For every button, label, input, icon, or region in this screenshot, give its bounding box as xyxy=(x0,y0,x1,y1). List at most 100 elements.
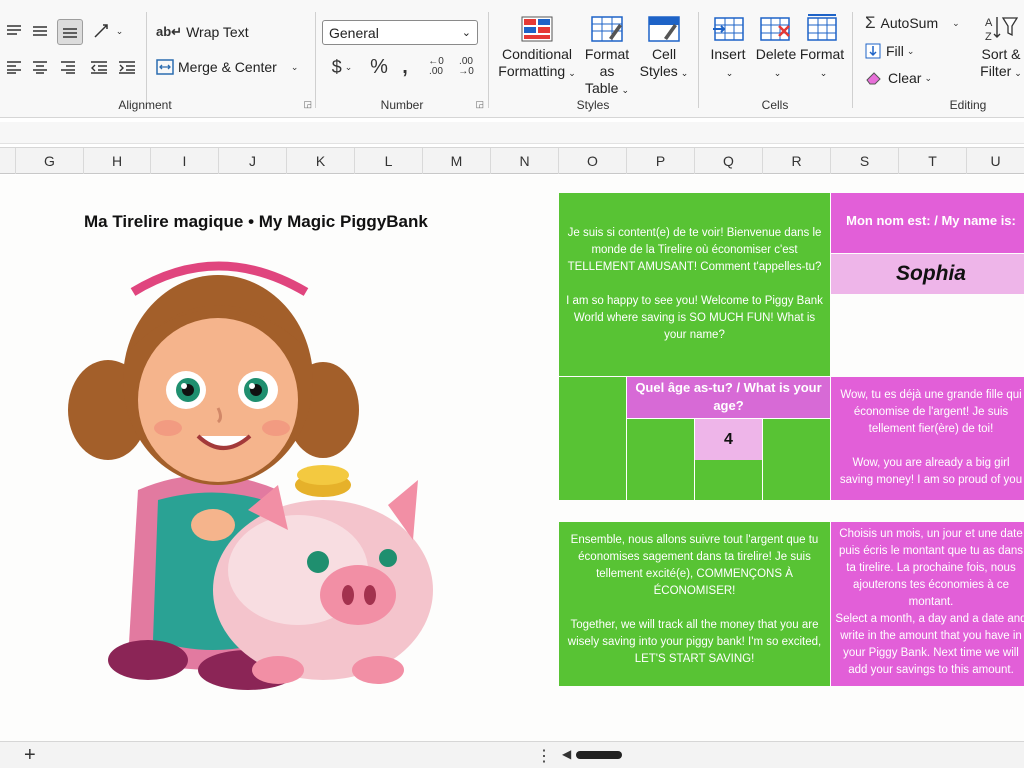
name-label-cell: Mon nom est: / My name is: xyxy=(831,193,1024,253)
wrap-text-icon: ab↵ xyxy=(156,24,183,39)
praise-message-en: Wow, you are already a big girl saving m… xyxy=(839,457,1023,486)
merge-center-icon xyxy=(156,59,174,75)
format-button[interactable]: Format ⌄ xyxy=(799,14,845,82)
decrease-decimal-icon[interactable]: .00 →0 xyxy=(454,54,478,80)
column-header-u[interactable]: U xyxy=(967,148,1024,174)
column-header-l[interactable]: L xyxy=(355,148,423,174)
column-header-j[interactable]: J xyxy=(219,148,287,174)
name-label: Mon nom est: / My name is: xyxy=(846,213,1016,228)
format-label: Format xyxy=(799,46,845,62)
increase-decimal-icon[interactable]: ←0.00 xyxy=(424,54,448,80)
dialog-launcher-icon[interactable]: ◲ xyxy=(475,99,484,110)
sort-filter-label-2: Filter xyxy=(980,63,1012,79)
column-header-r[interactable]: R xyxy=(763,148,831,174)
merge-center-label: Merge & Center xyxy=(178,59,277,75)
formula-bar[interactable] xyxy=(0,122,1024,144)
horizontal-scrollbar-thumb[interactable] xyxy=(576,751,622,759)
column-header-q[interactable]: Q xyxy=(695,148,763,174)
comma-style-icon[interactable]: , xyxy=(396,54,414,80)
column-header-n[interactable]: N xyxy=(491,148,559,174)
dialog-launcher-icon[interactable]: ◲ xyxy=(303,99,312,110)
autosum-label: AutoSum xyxy=(880,15,939,31)
percent-style-icon[interactable]: % xyxy=(368,54,390,80)
fill-label: Fill xyxy=(886,43,904,59)
number-format-select[interactable]: General ⌄ xyxy=(322,20,478,45)
add-sheet-button[interactable]: + xyxy=(24,744,36,767)
insert-label: Insert xyxy=(710,46,746,62)
conditional-formatting-icon xyxy=(521,16,553,42)
column-header-t[interactable]: T xyxy=(899,148,967,174)
welcome-message-cell[interactable]: Je suis si content(e) de te voir! Bienve… xyxy=(559,193,830,376)
column-header-s[interactable]: S xyxy=(831,148,899,174)
column-header-g[interactable]: G xyxy=(16,148,84,174)
format-as-table-label-1: Format as xyxy=(584,46,630,79)
dollar-icon: $ xyxy=(331,56,342,77)
conditional-formatting-button[interactable]: Conditional Formatting ⌄ xyxy=(497,16,577,82)
insert-cells-icon xyxy=(713,17,744,41)
sheet-title: Ma Tirelire magique • My Magic PiggyBank xyxy=(84,212,428,231)
together-message-cell: Ensemble, nous allons suivre tout l'arge… xyxy=(559,522,830,686)
cell-styles-icon xyxy=(648,16,680,42)
column-header-o[interactable]: O xyxy=(559,148,627,174)
instructions-message-en: Select a month, a day and a date and wri… xyxy=(835,613,1024,676)
girl-piggy-bank-illustration xyxy=(68,261,433,690)
align-right-icon[interactable] xyxy=(58,56,78,78)
align-center-icon[interactable] xyxy=(30,56,50,78)
conditional-formatting-label-2: Formatting xyxy=(498,63,566,79)
format-as-table-icon xyxy=(591,16,623,42)
sort-filter-button[interactable]: AZ Sort & Filter ⌄ xyxy=(975,14,1024,82)
age-label-cell: Quel âge as-tu? / What is your age? xyxy=(627,377,830,418)
wrap-text-label: Wrap Text xyxy=(186,24,249,40)
number-format-value: General xyxy=(329,24,379,41)
column-header-m[interactable]: M xyxy=(423,148,491,174)
accounting-format-button[interactable]: $ ⌄ xyxy=(324,54,360,80)
decrease-indent-icon[interactable] xyxy=(88,56,110,78)
svg-text:Z: Z xyxy=(985,31,992,42)
increase-indent-icon[interactable] xyxy=(116,56,138,78)
align-left-icon[interactable] xyxy=(4,56,24,78)
chevron-down-icon: ⌄ xyxy=(290,61,299,72)
praise-message-cell: Wow, tu es déjà une grande fille qui éco… xyxy=(831,377,1024,500)
orientation-icon[interactable]: ⌄ xyxy=(90,20,126,42)
styles-group: Conditional Formatting ⌄ Format as Table ⌄… xyxy=(489,0,697,118)
align-middle-icon[interactable] xyxy=(30,20,50,42)
align-bottom-icon[interactable] xyxy=(57,19,83,45)
more-options-icon[interactable]: ⋮ xyxy=(536,746,552,766)
age-label: Quel âge as-tu? / What is your age? xyxy=(635,380,822,413)
praise-message-fr: Wow, tu es déjà une grande fille qui éco… xyxy=(840,389,1022,435)
format-cells-icon xyxy=(807,14,837,41)
delete-button[interactable]: Delete ⌄ xyxy=(753,16,799,82)
together-message-fr: Ensemble, nous allons suivre tout l'arge… xyxy=(570,534,819,597)
clear-label: Clear xyxy=(888,70,922,86)
wrap-text-button[interactable]: ab↵ Wrap Text xyxy=(156,20,252,44)
format-as-table-button[interactable]: Format as Table ⌄ xyxy=(577,16,637,99)
fill-button[interactable]: Fill ⌄ xyxy=(865,40,935,62)
number-group-label: Number xyxy=(380,98,424,112)
autosum-button[interactable]: Σ AutoSum ⌄ xyxy=(865,12,975,34)
sheet-tabs-bar: + ⋮ ◀ xyxy=(0,741,1024,768)
clear-button[interactable]: Clear ⌄ xyxy=(865,67,945,89)
scroll-left-icon[interactable]: ◀ xyxy=(562,747,571,761)
column-header-i[interactable]: I xyxy=(151,148,219,174)
column-header-k[interactable]: K xyxy=(287,148,355,174)
align-top-icon[interactable] xyxy=(4,20,24,42)
alignment-group: ⌄ ab↵ Wrap Text Merge & Center ⌄ Alignme… xyxy=(0,0,316,118)
format-as-table-label-2: Table xyxy=(584,80,619,96)
svg-text:A: A xyxy=(985,17,993,29)
column-header-p[interactable]: P xyxy=(627,148,695,174)
delete-label: Delete xyxy=(755,46,797,62)
instructions-message-cell: Choisis un mois, un jour et une date pui… xyxy=(831,522,1024,686)
column-header-h[interactable]: H xyxy=(84,148,151,174)
cell-styles-button[interactable]: Cell Styles ⌄ xyxy=(639,16,689,82)
ribbon: ⌄ ab↵ Wrap Text Merge & Center ⌄ Alignme… xyxy=(0,0,1024,118)
merge-center-button[interactable]: Merge & Center ⌄ xyxy=(156,55,304,79)
cell-styles-label-2: Styles xyxy=(639,63,678,79)
age-input-cell[interactable]: 4 xyxy=(695,419,762,460)
cells-group: Insert ⌄ Delete ⌄ Format ⌄ Cells xyxy=(699,0,851,118)
eraser-icon xyxy=(866,72,881,85)
chevron-down-icon: ⌄ xyxy=(461,27,471,39)
insert-button[interactable]: Insert ⌄ xyxy=(705,16,751,82)
styles-group-label: Styles xyxy=(576,98,610,112)
name-input-cell[interactable]: Sophia xyxy=(831,254,1024,294)
cells-group-label: Cells xyxy=(761,98,789,112)
